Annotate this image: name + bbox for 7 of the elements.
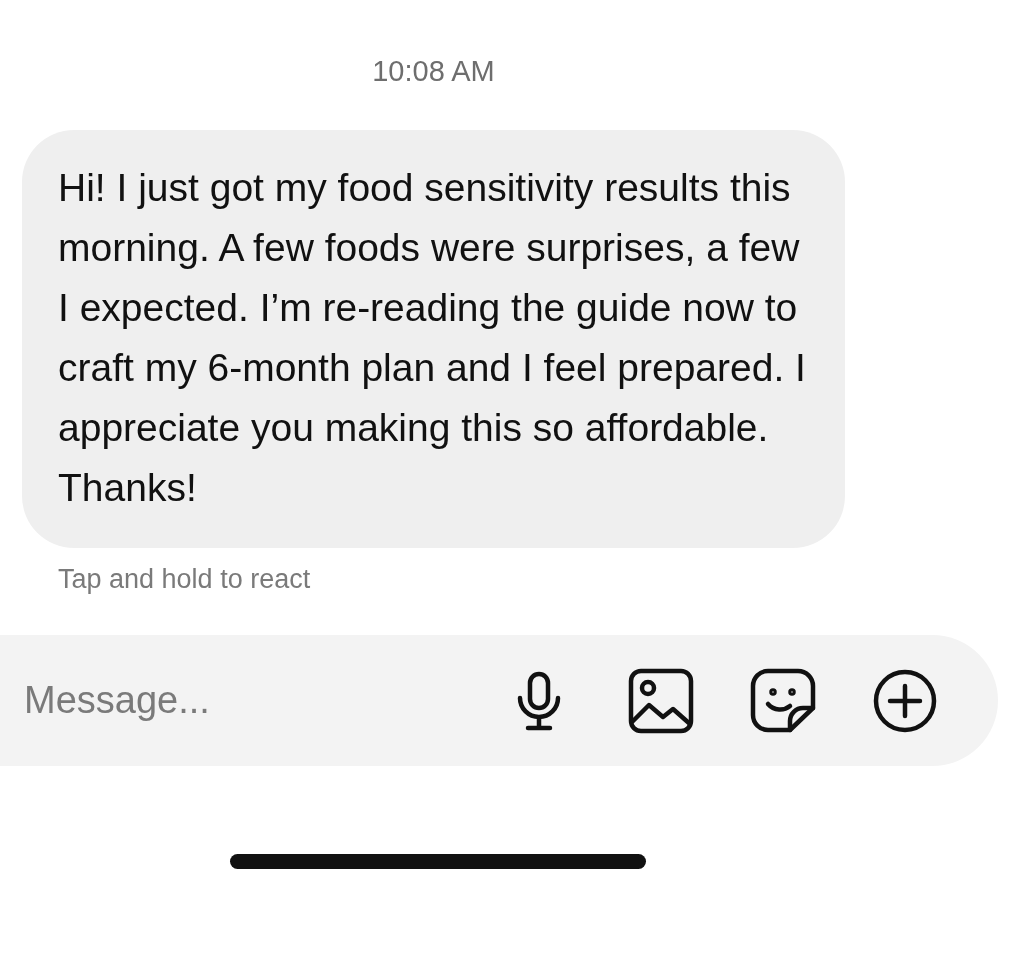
message-timestamp: 10:08 AM	[371, 55, 496, 88]
image-icon[interactable]	[628, 667, 694, 734]
add-icon[interactable]	[872, 667, 938, 734]
message-field[interactable]: Message...	[22, 678, 506, 723]
message-bubble[interactable]: Hi! I just got my food sensitivity results this morning. A few foods were surprises, a few I expected. I’m re-reading the guide now to craft my 6-month plan and I feel prepared. I appreciate you making this so affordable. Thanks!	[22, 130, 845, 548]
react-hint: Tap and hold to react	[58, 564, 311, 595]
sticker-icon[interactable]	[750, 667, 816, 734]
